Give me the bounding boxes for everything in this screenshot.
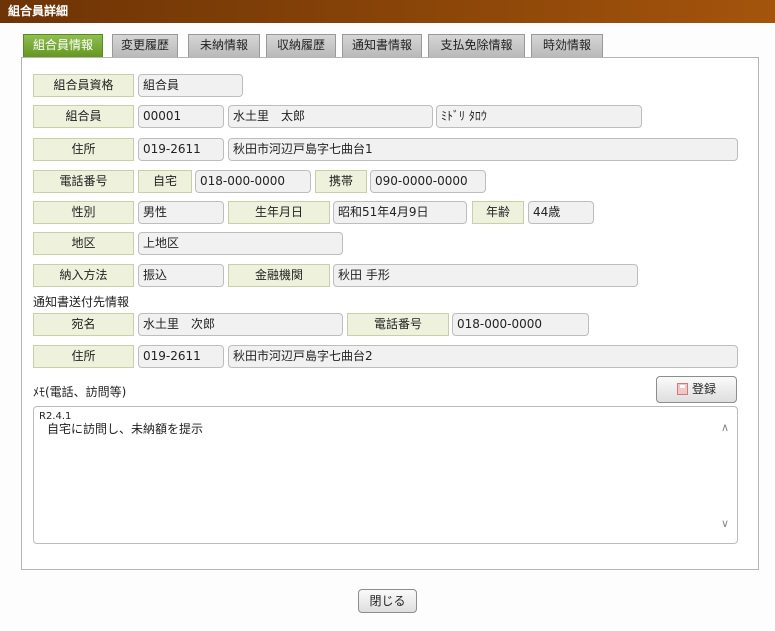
window-title: 組合員詳細 [0,0,775,23]
mobile-phone-label: 携帯 [315,170,367,193]
notice-phone-field: 018-000-0000 [452,313,589,336]
age-field: 44歳 [528,201,594,224]
tab-statute-info[interactable]: 時効情報 [531,34,603,57]
district-label: 地区 [33,232,134,255]
home-phone-field: 018-000-0000 [195,170,311,193]
qualification-field: 組合員 [138,74,243,97]
phone-label: 電話番号 [33,170,134,193]
bank-field: 秋田 手形 [333,264,638,287]
mobile-phone-field: 090-0000-0000 [370,170,486,193]
tab-notice-info[interactable]: 通知書情報 [342,34,422,57]
notice-address-field: 秋田市河辺戸島字七曲台2 [228,345,738,368]
tab-payment-exemption[interactable]: 支払免除情報 [428,34,525,57]
bank-label: 金融機関 [228,264,330,287]
birthdate-field: 昭和51年4月9日 [333,201,467,224]
birthdate-label: 生年月日 [228,201,330,224]
district-field: 上地区 [138,232,343,255]
member-name-field: 水土里 太郎 [228,105,433,128]
tab-change-history[interactable]: 変更履歴 [112,34,178,57]
memo-textarea[interactable]: R2.4.1 自宅に訪問し、未納額を提示 ∧ ∨ [33,406,738,544]
member-id-field: 00001 [138,105,224,128]
postal-code-field: 019-2611 [138,138,224,161]
close-button[interactable]: 閉じる [358,589,417,613]
payment-method-label: 納入方法 [33,264,134,287]
recipient-label: 宛名 [33,313,134,336]
notice-section-title: 通知書送付先情報 [33,295,130,309]
scroll-up-icon[interactable]: ∧ [721,421,729,434]
memo-label: ﾒﾓ(電話、訪問等) [33,385,127,399]
scroll-down-icon[interactable]: ∨ [721,517,729,530]
register-button-label: 登録 [691,382,716,396]
register-button[interactable]: 登録 [656,376,737,403]
notice-address-label: 住所 [33,345,134,368]
qualification-label: 組合員資格 [33,74,134,97]
save-icon [676,383,688,395]
recipient-field: 水土里 次郎 [138,313,343,336]
memo-text-line: 自宅に訪問し、未納額を提示 [47,422,204,436]
home-phone-label: 自宅 [138,170,192,193]
notice-postal-code-field: 019-2611 [138,345,224,368]
gender-field: 男性 [138,201,224,224]
address-label: 住所 [33,138,134,161]
payment-method-field: 振込 [138,264,224,287]
address-field: 秋田市河辺戸島字七曲台1 [228,138,738,161]
member-label: 組合員 [33,105,134,128]
tab-member-info[interactable]: 組合員情報 [23,34,103,57]
tab-receipt-history[interactable]: 収納履歴 [266,34,336,57]
notice-phone-label: 電話番号 [347,313,449,336]
memo-date-line: R2.4.1 [39,411,72,422]
member-kana-field: ﾐﾄﾞﾘ ﾀﾛｳ [436,105,642,128]
gender-label: 性別 [33,201,134,224]
tab-unpaid-info[interactable]: 未納情報 [188,34,260,57]
age-label: 年齢 [472,201,524,224]
